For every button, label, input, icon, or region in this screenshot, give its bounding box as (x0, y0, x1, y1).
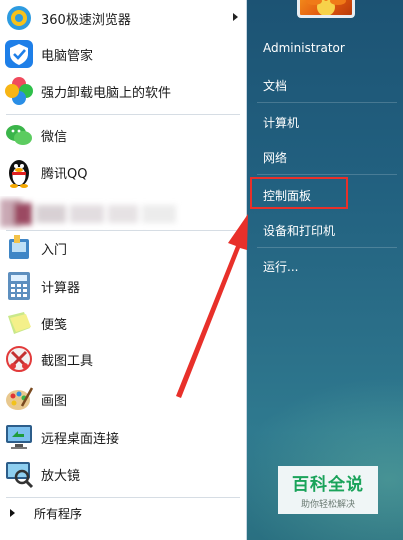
calculator-icon (3, 270, 35, 302)
all-programs-button[interactable]: 所有程序 (0, 500, 246, 526)
uninstaller-icon (3, 75, 35, 107)
program-magnifier[interactable]: 放大镜 (0, 456, 246, 492)
program-label: 电脑管家 (41, 48, 94, 64)
devices-printers-link[interactable]: 设备和打印机 (263, 222, 335, 239)
program-label: 便笺 (41, 317, 68, 333)
program-label: 画图 (41, 393, 68, 409)
program-label: 放大镜 (41, 468, 81, 484)
divider (6, 114, 240, 115)
program-remote-desktop[interactable]: 远程桌面连接 (0, 419, 246, 455)
control-panel-highlight-box (250, 177, 348, 209)
program-label: 远程桌面连接 (41, 431, 120, 447)
programs-panel: 360极速浏览器 电脑管家 强力卸载电脑上的软件 微信 腾讯QQ 入门 计算器 … (0, 0, 247, 540)
program-pc-manager[interactable]: 电脑管家 (0, 36, 246, 72)
watermark-title: 百科全说 (292, 475, 364, 495)
program-label: 截图工具 (41, 353, 94, 369)
watermark-logo: 百科全说 助你轻松解决 (278, 466, 378, 514)
watermark-subtitle: 助你轻松解决 (300, 500, 355, 510)
computer-link[interactable]: 计算机 (263, 114, 299, 131)
360-browser-icon (3, 2, 35, 34)
divider (257, 102, 397, 103)
program-label: 强力卸载电脑上的软件 (41, 85, 172, 101)
run-link[interactable]: 运行... (263, 258, 298, 275)
snipping-tool-icon (3, 343, 35, 375)
expand-arrow-icon (10, 509, 15, 517)
user-name-link[interactable]: Administrator (263, 41, 345, 55)
program-360-browser[interactable]: 360极速浏览器 (0, 0, 246, 36)
program-label: 计算器 (41, 280, 81, 296)
network-link[interactable]: 网络 (263, 149, 287, 166)
program-sticky-notes[interactable]: 便笺 (0, 305, 246, 341)
submenu-arrow-icon[interactable] (233, 13, 238, 21)
sticky-notes-icon (3, 307, 35, 339)
paint-icon (3, 383, 35, 415)
program-label: 360极速浏览器 (41, 12, 131, 28)
divider (6, 497, 240, 498)
pc-manager-icon (3, 38, 35, 70)
all-programs-label: 所有程序 (34, 506, 83, 521)
magnifier-icon (3, 458, 35, 490)
qq-penguin-icon (3, 156, 35, 188)
divider (257, 174, 397, 175)
getting-started-icon (3, 232, 35, 264)
documents-link[interactable]: 文档 (263, 77, 287, 94)
program-getting-started[interactable]: 入门 (0, 230, 246, 266)
program-label: 腾讯QQ (41, 166, 88, 182)
program-calculator[interactable]: 计算器 (0, 268, 246, 304)
shortcuts-panel: Administrator 文档 计算机 网络 控制面板 设备和打印机 运行..… (247, 0, 403, 540)
remote-desktop-icon (3, 421, 35, 453)
wechat-icon (3, 119, 35, 151)
program-paint[interactable]: 画图 (0, 381, 246, 417)
program-label: 入门 (41, 242, 68, 258)
user-avatar[interactable] (297, 0, 355, 18)
program-qq[interactable]: 腾讯QQ (0, 154, 246, 190)
program-snipping-tool[interactable]: 截图工具 (0, 341, 246, 377)
program-wechat[interactable]: 微信 (0, 117, 246, 153)
program-label: 微信 (41, 129, 68, 145)
blurred-program-entry[interactable] (0, 195, 185, 231)
divider (257, 247, 397, 248)
program-uninstaller[interactable]: 强力卸载电脑上的软件 (0, 73, 246, 109)
